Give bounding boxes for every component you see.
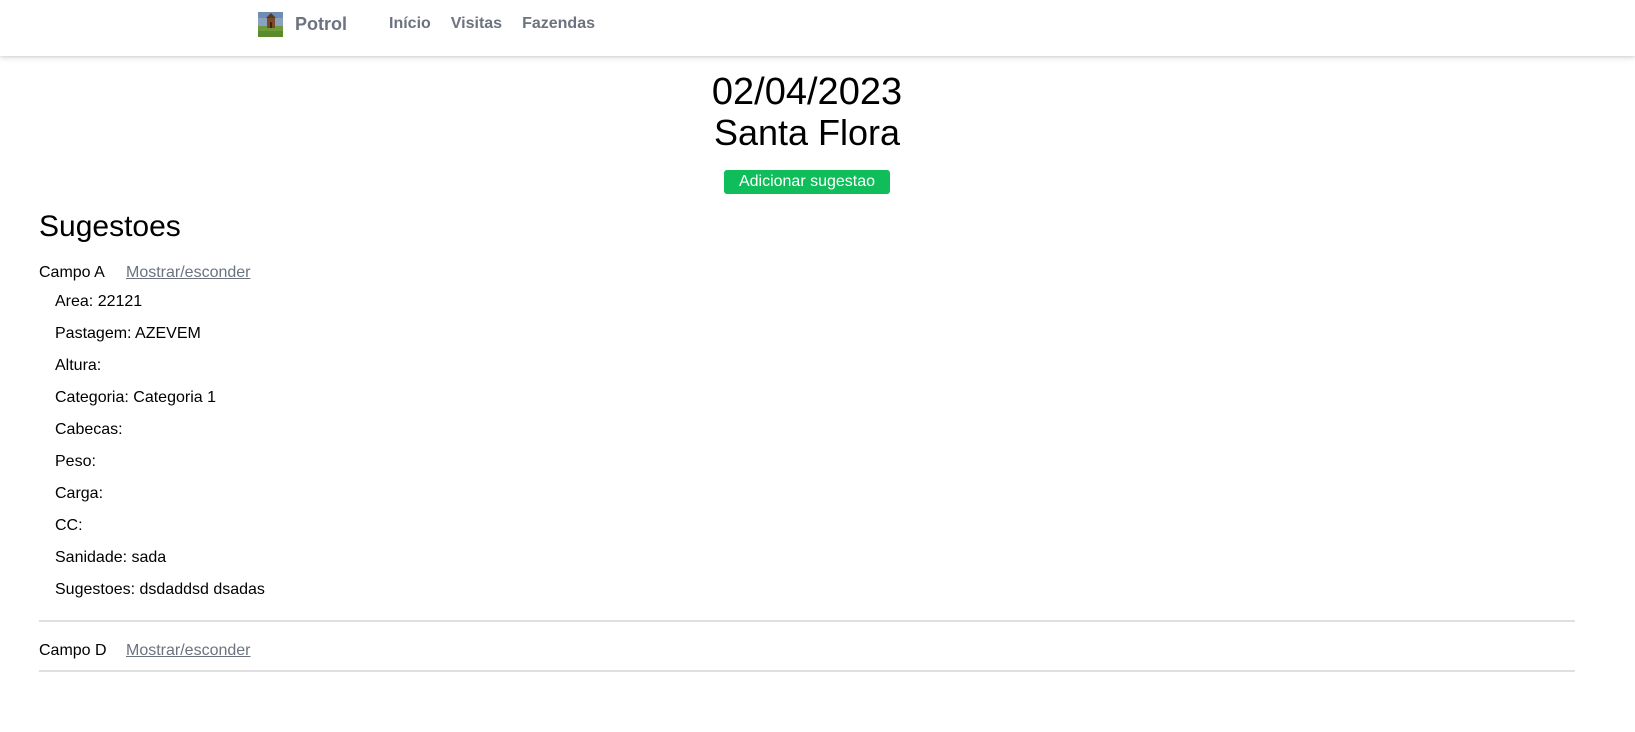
campo-header: Campo D Mostrar/esconder [39,640,1575,662]
detail-categoria: Categoria: Categoria 1 [55,389,216,406]
campo-details: Area: 22121 Pastagem: AZEVEM Altura: Cat… [39,286,1575,606]
nav-link-visitas[interactable]: Visitas [451,15,502,33]
detail-pastagem: Pastagem: AZEVEM [55,325,201,342]
campo-section-d: Campo D Mostrar/esconder [39,640,1575,662]
detail-carga: Carga: [55,485,104,502]
campo-divider [39,620,1575,622]
nav-link-fazendas[interactable]: Fazendas [522,15,595,33]
add-suggestion-button[interactable]: Adicionar sugestao [723,170,891,194]
top-navbar: Potrol Início Visitas Fazendas [0,0,1635,56]
visit-date: 02/04/2023 [711,71,903,113]
farm-name: Santa Flora [713,112,901,153]
campo-divider [39,670,1575,672]
detail-area: Area: 22121 [55,293,143,310]
detail-cc: CC: [55,517,83,534]
detail-altura: Altura: [55,357,102,374]
detail-sanidade: Sanidade: sada [55,549,167,566]
detail-cabecas: Cabecas: [55,421,123,438]
toggle-details-link[interactable]: Mostrar/esconder [126,640,251,662]
detail-sugestoes: Sugestoes: dsdaddsd dsadas [55,581,265,598]
brand-name: Potrol [295,14,347,34]
detail-peso: Peso: [55,453,96,470]
campo-name: Campo A [39,264,105,281]
campo-name: Campo D [39,642,107,659]
campo-header: Campo A Mostrar/esconder [39,262,1575,284]
nav-link-inicio[interactable]: Início [389,15,431,33]
suggestions-title: Sugestoes [39,210,181,243]
nav-links: Início Visitas Fazendas [389,15,615,33]
toggle-details-link[interactable]: Mostrar/esconder [126,262,251,284]
farm-logo-icon [258,12,283,37]
visit-header: 02/04/2023 Santa Flora Adicionar sugesta… [0,70,1614,194]
campo-section-a: Campo A Mostrar/esconder Area: 22121 Pas… [39,262,1575,606]
brand-link[interactable]: Potrol [258,12,347,37]
